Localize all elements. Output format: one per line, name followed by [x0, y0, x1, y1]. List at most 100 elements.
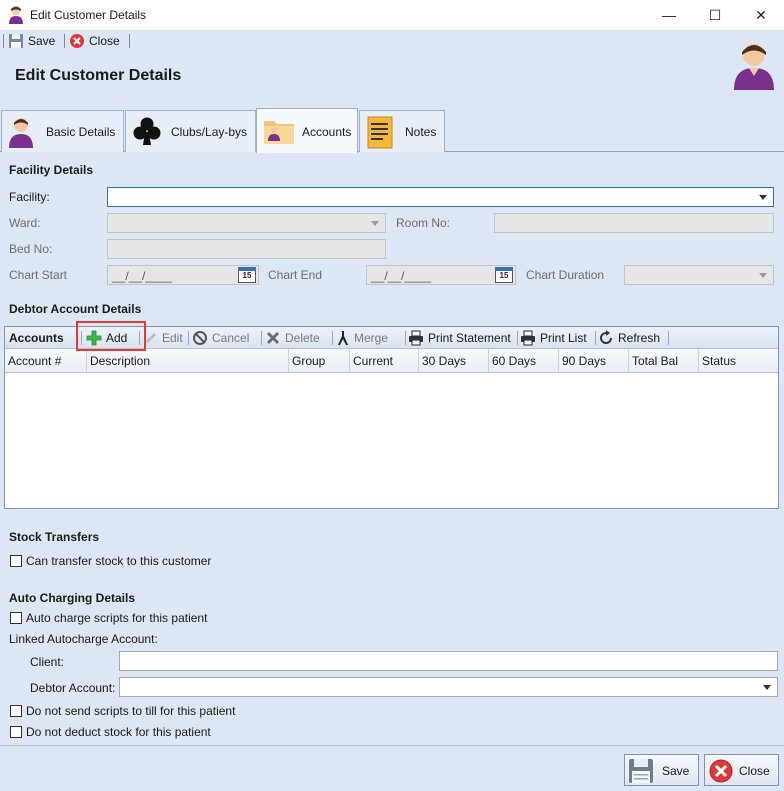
- delete-x-icon: [267, 332, 279, 344]
- footer-save-label: Save: [662, 764, 690, 778]
- accounts-grid-title: Accounts: [9, 331, 64, 345]
- room-no-input[interactable]: [494, 213, 774, 233]
- column-header-current[interactable]: Current: [350, 349, 419, 373]
- debtor-account-dropdown[interactable]: [119, 677, 778, 697]
- tab-accounts-label: Accounts: [302, 125, 352, 139]
- column-header-30-days[interactable]: 30 Days: [419, 349, 489, 373]
- merge-account-button[interactable]: Merge: [336, 329, 388, 347]
- column-header-90-days[interactable]: 90 Days: [559, 349, 629, 373]
- linked-account-label: Linked Autocharge Account:: [9, 632, 158, 646]
- no-send-to-till-label: Do not send scripts to till for this pat…: [26, 704, 236, 718]
- chevron-down-icon: [759, 195, 767, 200]
- maximize-button[interactable]: ☐: [692, 0, 738, 30]
- toolbar-close-button[interactable]: Close: [69, 32, 120, 50]
- calendar-icon[interactable]: 15: [238, 267, 256, 283]
- main-toolbar: Save Close: [0, 30, 784, 52]
- calendar-icon[interactable]: 15: [495, 267, 513, 283]
- refresh-button[interactable]: Refresh: [598, 329, 660, 347]
- tab-basic-details-label: Basic Details: [46, 125, 116, 139]
- minimize-button[interactable]: —: [646, 0, 692, 30]
- tab-accounts[interactable]: Accounts: [256, 108, 358, 153]
- close-circle-icon: [70, 34, 84, 48]
- facility-dropdown[interactable]: [107, 187, 774, 207]
- dialog-footer: Save Close: [0, 745, 784, 791]
- grid-toolbar-separator: [405, 331, 406, 345]
- customer-avatar-icon: [734, 44, 774, 90]
- person-icon: [9, 118, 33, 148]
- page-header: Edit Customer Details: [0, 44, 784, 108]
- tab-clubs-lay-bys-label: Clubs/Lay-bys: [171, 125, 248, 139]
- tab-clubs-lay-bys[interactable]: Clubs/Lay-bys: [125, 110, 256, 152]
- client-label: Client:: [30, 655, 65, 669]
- floppy-disk-icon: [629, 759, 653, 783]
- facility-label: Facility:: [9, 190, 50, 204]
- column-header-60-days[interactable]: 60 Days: [489, 349, 559, 373]
- chart-duration-label: Chart Duration: [526, 268, 605, 282]
- grid-toolbar-separator: [332, 331, 333, 345]
- chart-end-date-input[interactable]: __/__/____ 15: [366, 265, 516, 285]
- debtor-account-label: Debtor Account:: [30, 681, 116, 695]
- window-titlebar: Edit Customer Details — ☐ ✕: [0, 0, 784, 30]
- print-statement-button[interactable]: Print Statement: [408, 329, 511, 347]
- client-input[interactable]: [119, 651, 778, 671]
- delete-account-button[interactable]: Delete: [265, 329, 320, 347]
- chevron-down-icon: [759, 273, 767, 278]
- chart-start-value: __/__/____: [112, 269, 173, 283]
- close-circle-icon: [709, 759, 733, 783]
- edit-account-label: Edit: [162, 331, 183, 345]
- grid-toolbar-separator: [668, 331, 669, 345]
- chart-end-value: __/__/____: [371, 269, 432, 283]
- footer-save-button[interactable]: Save: [624, 754, 699, 786]
- column-header-status[interactable]: Status: [699, 349, 778, 373]
- tab-basic-details[interactable]: Basic Details: [1, 110, 124, 152]
- footer-close-label: Close: [739, 764, 770, 778]
- bed-no-label: Bed No:: [9, 242, 53, 256]
- accounts-grid: Accounts Add Edit Cancel Delete Merge Pr…: [4, 326, 779, 509]
- stock-section-title: Stock Transfers: [9, 530, 100, 544]
- no-deduct-stock-label: Do not deduct stock for this patient: [26, 725, 211, 739]
- add-button-highlight: [76, 321, 146, 351]
- chevron-down-icon: [763, 685, 771, 690]
- chart-end-label: Chart End: [268, 268, 323, 282]
- column-header-total-bal[interactable]: Total Bal: [629, 349, 699, 373]
- grid-toolbar-separator: [188, 331, 189, 345]
- edit-account-button[interactable]: Edit: [144, 329, 183, 347]
- merge-account-label: Merge: [354, 331, 389, 345]
- bed-no-input[interactable]: [107, 239, 386, 259]
- print-list-label: Print List: [540, 331, 587, 345]
- footer-close-button[interactable]: Close: [704, 754, 779, 786]
- clubs-icon: [133, 117, 161, 145]
- print-list-button[interactable]: Print List: [520, 329, 587, 347]
- printer-icon: [409, 330, 423, 346]
- toolbar-separator: [3, 34, 4, 48]
- notes-icon: [367, 116, 393, 149]
- person-app-icon: [9, 6, 23, 24]
- no-send-to-till-checkbox[interactable]: [10, 705, 22, 717]
- tab-notes-label: Notes: [405, 125, 437, 139]
- accounts-tab-content: Facility Details Facility: Ward: Room No…: [0, 152, 784, 745]
- ward-label: Ward:: [9, 216, 41, 230]
- toolbar-save-button[interactable]: Save: [8, 32, 55, 50]
- grid-toolbar-separator: [517, 331, 518, 345]
- toolbar-separator: [129, 34, 130, 48]
- page-title: Edit Customer Details: [15, 67, 182, 84]
- chart-start-date-input[interactable]: __/__/____ 15: [107, 265, 259, 285]
- refresh-icon: [600, 330, 612, 344]
- accounts-grid-body[interactable]: [5, 373, 778, 508]
- autocharge-section-title: Auto Charging Details: [9, 591, 136, 605]
- no-deduct-stock-checkbox[interactable]: [10, 726, 22, 738]
- auto-charge-checkbox[interactable]: [10, 612, 22, 624]
- cancel-account-button[interactable]: Cancel: [192, 329, 249, 347]
- column-header-description[interactable]: Description: [87, 349, 289, 373]
- grid-toolbar-separator: [595, 331, 596, 345]
- tab-notes[interactable]: Notes: [359, 110, 445, 152]
- toolbar-close-label: Close: [89, 34, 120, 48]
- grid-toolbar-separator: [261, 331, 262, 345]
- ward-dropdown[interactable]: [107, 213, 386, 233]
- merge-icon: [338, 331, 348, 345]
- column-header-group[interactable]: Group: [289, 349, 350, 373]
- chart-duration-dropdown[interactable]: [624, 265, 774, 285]
- column-header-account-number[interactable]: Account #: [5, 349, 87, 373]
- transfer-stock-checkbox[interactable]: [10, 555, 22, 567]
- close-window-button[interactable]: ✕: [738, 0, 784, 30]
